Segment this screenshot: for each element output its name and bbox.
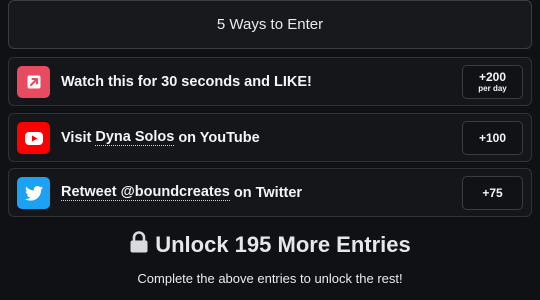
unlock-heading: Unlock 195 More Entries: [0, 231, 540, 259]
youtube-icon: [17, 122, 50, 154]
entry-label: Retweet @boundcreates on Twitter: [61, 184, 303, 201]
entry-label: Visit Dyna Solos on YouTube: [61, 129, 260, 146]
points-period: per day: [478, 83, 507, 93]
points-badge: +100: [462, 121, 523, 155]
points-value: +100: [478, 130, 507, 145]
entry-label: Watch this for 30 seconds and LIKE!: [61, 73, 312, 90]
entry-widget: 5 Ways to Enter Watch this for 30 second…: [0, 0, 540, 300]
entry-watch-like[interactable]: Watch this for 30 seconds and LIKE! +200…: [8, 57, 532, 106]
entry-twitter-retweet[interactable]: Retweet @boundcreates on Twitter +75: [8, 168, 532, 217]
link-arrow-icon: [17, 66, 50, 98]
twitter-icon: [17, 177, 50, 209]
entry-youtube-visit[interactable]: Visit Dyna Solos on YouTube +100: [8, 113, 532, 162]
points-value: +200: [478, 69, 507, 84]
retweet-link[interactable]: Retweet @boundcreates: [61, 184, 230, 201]
lock-icon: [129, 231, 149, 259]
unlock-subtitle: Complete the above entries to unlock the…: [137, 271, 403, 286]
points-badge: +200 per day: [462, 65, 523, 99]
header-title: 5 Ways to Enter: [216, 16, 324, 33]
points-value: +75: [482, 185, 503, 200]
unlock-title: Unlock 195 More Entries: [155, 232, 411, 257]
points-badge: +75: [462, 176, 523, 210]
channel-link[interactable]: Dyna Solos: [95, 129, 175, 146]
ways-to-enter-header: 5 Ways to Enter: [8, 0, 532, 49]
